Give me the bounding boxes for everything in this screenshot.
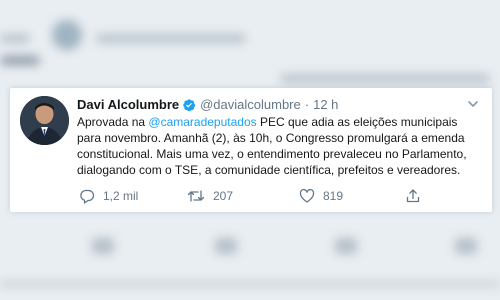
background-avatar-top [52, 20, 82, 50]
background-text-line [280, 74, 490, 83]
mention-link[interactable]: @camaradeputados [148, 115, 256, 129]
share-button[interactable] [405, 188, 429, 204]
reply-icon [80, 189, 95, 204]
author-handle[interactable]: @davialcolumbre [200, 96, 301, 114]
reply-count: 1,2 mil [103, 189, 139, 203]
tweet-header: Davi Alcolumbre @davialcolumbre · 12 h [77, 96, 338, 114]
background-icon [335, 238, 357, 254]
author-name[interactable]: Davi Alcolumbre [77, 96, 179, 114]
verified-badge-icon [182, 98, 196, 112]
heart-icon [299, 188, 315, 203]
retweet-button[interactable]: 207 [187, 188, 233, 204]
retweet-icon [187, 190, 205, 202]
background-text-line [0, 282, 500, 286]
avatar[interactable] [20, 96, 69, 145]
chevron-down-icon[interactable] [466, 97, 480, 111]
retweet-count: 207 [213, 189, 234, 203]
reply-button[interactable]: 1,2 mil [79, 188, 138, 204]
tweet-text: Aprovada na @camaradeputados PEC que adi… [77, 114, 477, 178]
tweet-card[interactable]: Davi Alcolumbre @davialcolumbre · 12 h A… [10, 88, 492, 212]
share-icon [406, 189, 420, 203]
tweet-text-start: Aprovada na [77, 115, 149, 129]
background-text-line [0, 34, 30, 43]
background-icon [92, 238, 114, 254]
background-text-line [0, 56, 40, 65]
separator-dot: · [304, 97, 310, 112]
background-icon [455, 238, 477, 254]
background-text-line [96, 34, 246, 43]
like-button[interactable]: 819 [299, 188, 343, 204]
tweet-timestamp[interactable]: 12 h [313, 96, 338, 114]
background-icon [215, 238, 237, 254]
like-count: 819 [323, 189, 344, 203]
